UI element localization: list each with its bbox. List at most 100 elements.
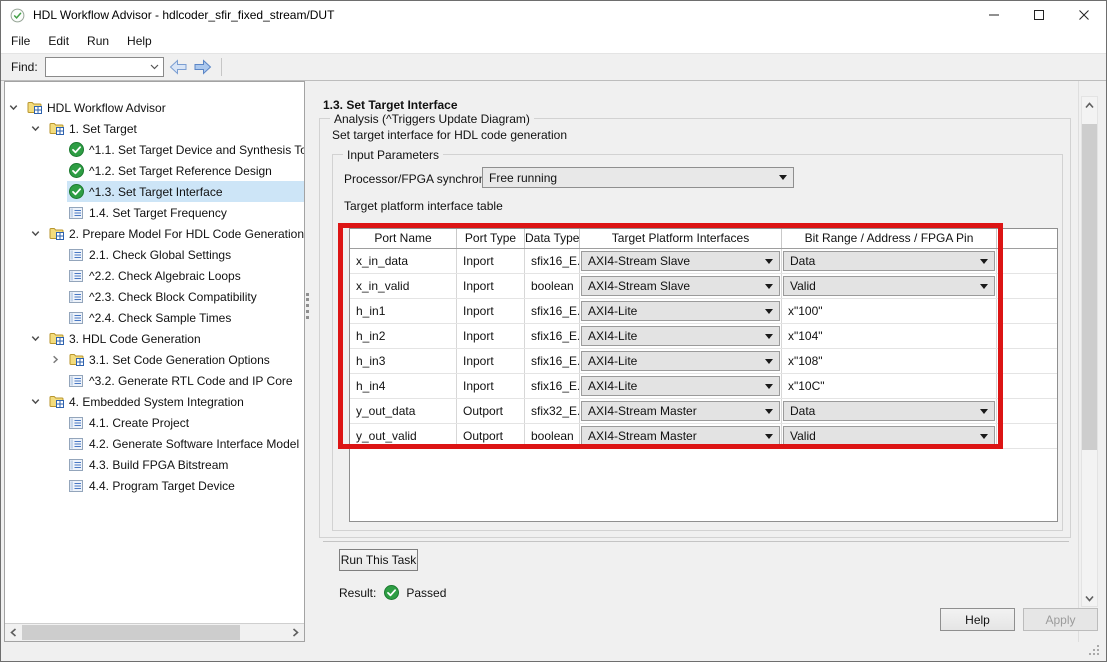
tree-item[interactable]: 3.1. Set Code Generation Options — [5, 349, 304, 370]
port-type-cell: Outport — [457, 424, 525, 448]
chevron-expanded-icon[interactable] — [29, 328, 47, 349]
interface-dropdown[interactable]: AXI4-Stream Slave — [581, 251, 780, 271]
find-next-button[interactable] — [193, 59, 212, 75]
scrollbar-thumb[interactable] — [1082, 124, 1097, 450]
tree-item[interactable]: ^2.2. Check Algebraic Loops — [5, 265, 304, 286]
interface-dropdown-value: AXI4-Lite — [588, 304, 638, 318]
tree-item[interactable]: 4.1. Create Project — [5, 412, 304, 433]
table-header-cell: Bit Range / Address / FPGA Pin — [782, 229, 997, 248]
menu-item-edit[interactable]: Edit — [48, 34, 69, 48]
check-circle-icon — [69, 184, 86, 199]
chevron-down-icon — [765, 333, 773, 339]
find-combobox[interactable] — [44, 57, 164, 77]
tree-item-label: ^2.4. Check Sample Times — [89, 310, 232, 325]
tree-item[interactable]: 3. HDL Code Generation — [5, 328, 304, 349]
bit-range-dropdown[interactable]: Data — [783, 251, 995, 271]
apply-button[interactable]: Apply — [1023, 608, 1098, 631]
maximize-button[interactable] — [1016, 1, 1061, 29]
tree-item[interactable]: 2.1. Check Global Settings — [5, 244, 304, 265]
resize-grip-icon[interactable] — [1089, 645, 1099, 655]
chevron-down-icon — [980, 283, 988, 289]
result-value: Passed — [406, 585, 447, 600]
interface-dropdown[interactable]: AXI4-Lite — [581, 301, 780, 321]
chevron-down-icon — [765, 358, 773, 364]
panel-splitter[interactable] — [305, 81, 311, 642]
table-header-cell: Port Name — [350, 229, 457, 248]
tree-item-label: ^1.2. Set Target Reference Design — [89, 163, 272, 178]
tree-horizontal-scrollbar[interactable] — [5, 623, 304, 641]
scroll-right-button[interactable] — [287, 624, 304, 641]
chevron-down-icon[interactable] — [147, 64, 163, 70]
interface-dropdown[interactable]: AXI4-Lite — [581, 376, 780, 396]
bit-range-dropdown-value: Valid — [790, 429, 816, 443]
help-button[interactable]: Help — [940, 608, 1015, 631]
interface-table-caption: Target platform interface table — [344, 199, 503, 213]
bit-range-dropdown[interactable]: Valid — [783, 276, 995, 296]
data-type-cell: sfix16_E... — [525, 249, 580, 273]
run-this-task-button[interactable]: Run This Task — [339, 549, 418, 571]
interface-dropdown-value: AXI4-Stream Master — [588, 429, 697, 443]
tree-item[interactable]: ^1.2. Set Target Reference Design — [5, 160, 304, 181]
tree-item-label: ^1.1. Set Target Device and Synthesis To… — [89, 142, 304, 157]
tree-item[interactable]: ^3.2. Generate RTL Code and IP Core — [5, 370, 304, 391]
bit-range-dropdown[interactable]: Valid — [783, 426, 995, 446]
interface-dropdown[interactable]: AXI4-Stream Master — [581, 401, 780, 421]
find-input[interactable] — [45, 59, 147, 75]
menu-item-run[interactable]: Run — [87, 34, 109, 48]
hdl-workflow-advisor-window: HDL Workflow Advisor - hdlcoder_sfir_fix… — [0, 0, 1107, 662]
sync-dropdown[interactable]: Free running — [482, 167, 794, 188]
tree-item-label: 1.4. Set Target Frequency — [89, 205, 227, 220]
tree-item[interactable]: 1.4. Set Target Frequency — [5, 202, 304, 223]
port-type-cell: Inport — [457, 299, 525, 323]
interface-dropdown[interactable]: AXI4-Lite — [581, 326, 780, 346]
tree-item[interactable]: 4.2. Generate Software Interface Model — [5, 433, 304, 454]
menu-item-help[interactable]: Help — [127, 34, 152, 48]
tree-item[interactable]: ^1.1. Set Target Device and Synthesis To… — [5, 139, 304, 160]
panel-vertical-scrollbar[interactable] — [1081, 96, 1098, 607]
chevron-expanded-icon[interactable] — [29, 391, 47, 412]
tree-item-label: 4.3. Build FPGA Bitstream — [89, 457, 229, 472]
bit-range-cell: x"100" — [782, 299, 997, 323]
interface-dropdown-value: AXI4-Stream Slave — [588, 279, 691, 293]
bit-range-dropdown[interactable]: Data — [783, 401, 995, 421]
chevron-expanded-icon[interactable] — [29, 118, 47, 139]
tree-item-label: 1. Set Target — [69, 121, 137, 136]
tree-item[interactable]: ^1.3. Set Target Interface — [5, 181, 304, 202]
close-button[interactable] — [1061, 1, 1106, 29]
task-report-icon — [69, 290, 86, 304]
tree-item[interactable]: ^2.3. Check Block Compatibility — [5, 286, 304, 307]
chevron-down-icon — [980, 258, 988, 264]
chevron-down-icon — [765, 283, 773, 289]
chevron-collapsed-icon[interactable] — [49, 349, 67, 370]
tree-item[interactable]: HDL Workflow Advisor — [5, 97, 304, 118]
find-label: Find: — [11, 60, 38, 74]
tree-item[interactable]: 1. Set Target — [5, 118, 304, 139]
chevron-expanded-icon[interactable] — [7, 97, 25, 118]
task-separator-line — [323, 541, 1069, 542]
scroll-left-button[interactable] — [5, 624, 22, 641]
task-report-icon — [69, 248, 86, 262]
task-report-icon — [69, 416, 86, 430]
find-toolbar: Find: — [1, 53, 1106, 80]
scroll-up-button[interactable] — [1082, 97, 1097, 113]
interface-dropdown[interactable]: AXI4-Stream Slave — [581, 276, 780, 296]
help-button-label: Help — [965, 612, 990, 627]
interface-dropdown[interactable]: AXI4-Lite — [581, 351, 780, 371]
port-name-cell: y_out_valid — [350, 424, 457, 448]
find-previous-button[interactable] — [169, 59, 188, 75]
scrollbar-thumb[interactable] — [22, 625, 240, 640]
folder-icon — [69, 353, 86, 366]
chevron-expanded-icon[interactable] — [29, 223, 47, 244]
tree-item[interactable]: ^2.4. Check Sample Times — [5, 307, 304, 328]
minimize-button[interactable] — [971, 1, 1016, 29]
menu-item-file[interactable]: File — [11, 34, 30, 48]
tree-item[interactable]: 2. Prepare Model For HDL Code Generation — [5, 223, 304, 244]
interface-dropdown[interactable]: AXI4-Stream Master — [581, 426, 780, 446]
data-type-cell: boolean — [525, 274, 580, 298]
tree-item[interactable]: 4. Embedded System Integration — [5, 391, 304, 412]
data-type-cell: sfix32_E... — [525, 399, 580, 423]
apply-button-label: Apply — [1045, 612, 1076, 627]
tree-item[interactable]: 4.4. Program Target Device — [5, 475, 304, 496]
scroll-down-button[interactable] — [1082, 590, 1097, 606]
tree-item[interactable]: 4.3. Build FPGA Bitstream — [5, 454, 304, 475]
